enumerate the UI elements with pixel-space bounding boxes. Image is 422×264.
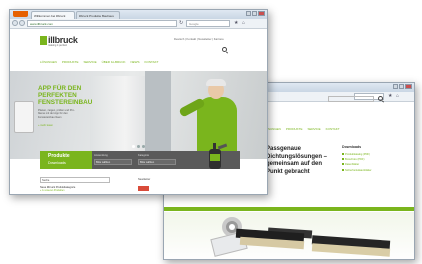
browser-window-front: Willkommen bei illbruck illbruck Produkt… — [9, 9, 268, 195]
title-bar: Willkommen bei illbruck illbruck Produkt… — [10, 10, 267, 19]
wall-image — [145, 71, 171, 159]
hero-banner[interactable]: APP FÜR DEN PERFEKTEN FENSTEREINBAU Plan… — [10, 71, 267, 159]
logo-mark — [40, 36, 47, 45]
carousel-dots — [132, 145, 145, 148]
product-finder-title: Produkte — [48, 153, 70, 159]
hero-read-more-link[interactable]: » mehr lesen — [38, 124, 53, 127]
menu-item[interactable]: KONTAKT — [144, 60, 158, 64]
menu-item[interactable]: SERVICE — [84, 60, 97, 64]
bookmark-icon[interactable]: ★ — [234, 21, 239, 26]
category-select[interactable]: Bitte wählen — [138, 159, 176, 165]
search-icon[interactable] — [222, 47, 227, 52]
page-heading: Passgenaue Dichtungslösungen – gemeinsam… — [266, 146, 328, 175]
url-bar[interactable]: www.illbruck.com — [27, 20, 177, 27]
carousel-dot[interactable] — [142, 145, 145, 148]
menu-item[interactable]: NEWS — [130, 60, 139, 64]
select-label: Kategorie — [138, 154, 150, 157]
category-teaser-link[interactable]: » zu unseren Produkten — [40, 190, 64, 192]
window-controls — [246, 11, 265, 16]
logo-tagline: making it perfect — [48, 44, 68, 47]
back-icon[interactable] — [12, 20, 18, 26]
application-select[interactable]: Bitte wählen — [94, 159, 132, 165]
main-menu: LÖSUNGEN PRODUKTE SERVICE KONTAKT — [264, 127, 340, 131]
downloads-title: Downloads — [342, 145, 362, 149]
menu-item[interactable]: SERVICE — [308, 127, 321, 131]
carousel-dot[interactable] — [132, 145, 135, 148]
newsletter-button[interactable] — [138, 186, 149, 191]
hero-text: Planen, zeigen, prüfen und Pro- bleme mi… — [38, 109, 75, 119]
tab-inactive[interactable]: illbruck Produkte Bauhaus — [76, 11, 120, 19]
foam-gun-product-image — [206, 143, 228, 171]
maximize-icon[interactable] — [252, 11, 257, 16]
maximize-icon[interactable] — [399, 84, 404, 89]
phone-image — [14, 101, 34, 133]
search-icon[interactable] — [378, 96, 383, 101]
downloads-list: Produktkatalog (PDF) Broschüre (PDF) Dat… — [342, 152, 372, 173]
green-divider — [164, 207, 414, 211]
lower-search-input[interactable]: Suche — [40, 177, 110, 183]
search-input[interactable]: Google — [186, 20, 230, 27]
hero-title: APP FÜR DEN PERFEKTEN FENSTEREINBAU — [38, 85, 93, 106]
home-icon[interactable]: ⌂ — [396, 94, 401, 99]
category-teaser-title: Neue illbruck Produktkategorie — [40, 186, 76, 189]
main-menu: LÖSUNGEN PRODUKTE SERVICE ÜBER ILLBRUCK … — [40, 60, 158, 64]
menu-item[interactable]: PRODUKTE — [62, 60, 79, 64]
site-logo[interactable]: illbruck making it perfect — [40, 35, 90, 50]
download-link[interactable]: Sicherheitsdatenblätter — [342, 168, 372, 173]
site-search-input[interactable] — [328, 96, 374, 102]
select-label: Anwendung — [94, 154, 108, 157]
window-controls — [393, 84, 412, 89]
menu-item[interactable]: LÖSUNGEN — [40, 60, 57, 64]
reload-icon[interactable]: ↻ — [179, 21, 184, 26]
home-icon[interactable]: ⌂ — [242, 21, 247, 26]
carousel-dot[interactable] — [137, 145, 140, 148]
close-icon[interactable] — [258, 11, 265, 16]
minimize-icon[interactable] — [246, 11, 251, 16]
meta-links[interactable]: Deutsch | Kontakt | Newsletter | Karrier… — [174, 37, 224, 41]
tab-active[interactable]: Willkommen bei illbruck — [31, 11, 75, 19]
menu-item[interactable]: KONTAKT — [326, 127, 340, 131]
newsletter-label: Newsletter — [138, 178, 151, 181]
forward-icon[interactable] — [19, 20, 25, 26]
nav-bar: www.illbruck.com ↻ Google ★ ⌂ — [10, 19, 267, 29]
menu-item[interactable]: PRODUKTE — [286, 127, 303, 131]
bookmark-icon[interactable]: ★ — [388, 94, 393, 99]
downloads-link[interactable]: Downloads — [48, 161, 66, 165]
menu-item[interactable]: ÜBER ILLBRUCK — [102, 60, 126, 64]
close-icon[interactable] — [405, 84, 412, 89]
minimize-icon[interactable] — [393, 84, 398, 89]
firefox-menu-button[interactable] — [13, 11, 28, 17]
